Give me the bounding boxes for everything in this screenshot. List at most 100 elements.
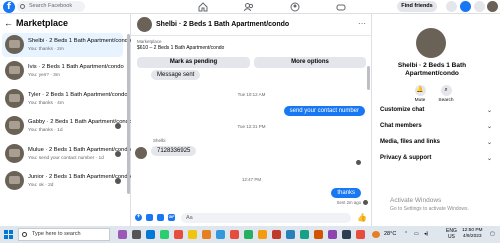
search-icon: ⌕: [440, 85, 452, 96]
sidebar-scrollbar[interactable]: [127, 34, 130, 194]
listing-price[interactable]: $610 – 2 Beds 1 Bath Apartment/condo: [137, 45, 366, 51]
message-bubble-outgoing: send your contact number: [283, 106, 365, 116]
chat-members-section[interactable]: Chat members ⌄: [380, 123, 492, 130]
timestamp: 12:47 PM: [241, 177, 262, 182]
section-label: Media, files and links: [380, 139, 441, 145]
mute-label: Mute: [414, 98, 426, 103]
messenger-icon[interactable]: [460, 1, 471, 12]
windows-start-icon[interactable]: [4, 230, 13, 239]
gaming-icon[interactable]: [336, 2, 346, 12]
mute-button[interactable]: 🔔 Mute: [408, 85, 432, 103]
chrome-icon[interactable]: [216, 230, 225, 239]
sender-name: Shelbi: [153, 138, 166, 143]
groups-icon[interactable]: [290, 2, 300, 12]
media-files-links-section[interactable]: Media, files and links ⌄: [380, 139, 492, 146]
chat-subtitle: You: yes? · 3m: [28, 73, 60, 78]
notification-center-icon[interactable]: ▢: [490, 231, 495, 237]
chat-item-gabby[interactable]: Gabby · 2 Beds 1 Bath Apartment/condo Yo…: [2, 114, 132, 138]
chrome-icon[interactable]: [258, 230, 267, 239]
find-friends-button[interactable]: Find friends: [397, 1, 437, 12]
volume-icon[interactable]: ◂): [424, 231, 428, 237]
temperature[interactable]: 28°C: [384, 231, 396, 237]
chat-subtitle: You: ok · 2d: [28, 183, 54, 188]
message-bubble-outgoing: thanks: [331, 188, 361, 198]
chat-item-junior[interactable]: Junior · 2 Beds 1 Bath Apartment/condo Y…: [2, 169, 131, 193]
chrome-icon[interactable]: [286, 230, 295, 239]
seen-avatar: [115, 123, 121, 129]
chrome-icon[interactable]: [174, 230, 183, 239]
edge-icon[interactable]: [146, 230, 155, 239]
chrome-icon[interactable]: [202, 230, 211, 239]
profile-avatar[interactable]: [487, 1, 498, 12]
info-thumbnail: [416, 28, 446, 58]
chat-item-tyler[interactable]: Tyler · 2 Beds 1 Bath Apartment/condo Yo…: [2, 87, 128, 111]
chrome-icon[interactable]: [342, 230, 351, 239]
chrome-icon[interactable]: [244, 230, 253, 239]
chevron-down-icon: ⌄: [486, 156, 492, 162]
chrome-icon[interactable]: [328, 230, 337, 239]
network-icon[interactable]: ▭: [414, 231, 419, 237]
chrome-icon[interactable]: [356, 230, 365, 239]
chat-item-shelbi[interactable]: Shelbi · 2 Beds 1 Bath Apartment/condo Y…: [2, 33, 131, 57]
conversation-title[interactable]: Shelbi · 2 Beds 1 Bath Apartment/condo: [156, 21, 289, 28]
chrome-icon[interactable]: [188, 230, 197, 239]
more-options-icon[interactable]: ⋯: [358, 19, 366, 28]
thumbs-up-icon[interactable]: 👍: [357, 213, 367, 222]
taskbar-app-icon[interactable]: [118, 230, 127, 239]
region-code: US: [447, 234, 455, 240]
clock-date: 4/9/2023: [462, 234, 482, 239]
chrome-icon[interactable]: [300, 230, 309, 239]
back-arrow-icon[interactable]: ←: [4, 18, 13, 28]
listing-thumbnail: [5, 35, 24, 54]
customize-chat-section[interactable]: Customize chat ⌄: [380, 107, 492, 114]
chrome-icon[interactable]: [314, 230, 323, 239]
chat-title: Tyler · 2 Beds 1 Bath Apartment/condo: [28, 92, 128, 98]
section-label: Customize chat: [380, 107, 425, 113]
message-composer: + GIF Aa 👍: [131, 211, 372, 226]
home-icon[interactable]: [198, 2, 208, 12]
chat-subtitle: You: thanks · 1d: [28, 128, 63, 133]
read-receipt-avatar: [363, 200, 368, 205]
chat-item-ivis[interactable]: Ivis · 2 Beds 1 Bath Apartment/condo You…: [2, 59, 124, 83]
activate-windows-subtitle: Go to Settings to activate Windows.: [390, 206, 469, 212]
weather-icon[interactable]: [372, 231, 380, 238]
facebook-logo-icon[interactable]: f: [3, 1, 15, 13]
search-conversation-button[interactable]: ⌕ Search: [434, 85, 458, 103]
chrome-icon[interactable]: [272, 230, 281, 239]
sender-avatar: [135, 147, 147, 159]
privacy-support-section[interactable]: Privacy & support ⌄: [380, 155, 492, 162]
photo-icon[interactable]: [146, 214, 153, 221]
mark-pending-button[interactable]: Mark as pending: [137, 57, 250, 68]
more-options-button[interactable]: More options: [254, 57, 366, 68]
system-clock[interactable]: 12:50 PM 4/9/2023: [462, 228, 483, 240]
chevron-down-icon: ⌄: [486, 124, 492, 130]
listing-thumbnail: [5, 171, 24, 190]
timestamp: Tue 10:12 AM: [237, 92, 266, 97]
conversation-panel: Shelbi · 2 Beds 1 Bath Apartment/condo ⋯…: [131, 14, 372, 226]
chevron-down-icon: ⌄: [486, 140, 492, 146]
task-view-icon[interactable]: [132, 230, 141, 239]
friends-icon[interactable]: [244, 2, 254, 12]
section-label: Privacy & support: [380, 155, 432, 161]
messages-scrollbar[interactable]: [367, 66, 370, 90]
chevron-down-icon: ⌄: [486, 108, 492, 114]
message-bubble-incoming: Message sent: [151, 70, 201, 80]
message-input[interactable]: Aa: [181, 213, 351, 223]
notifications-icon[interactable]: [474, 1, 485, 12]
menu-grid-icon[interactable]: [446, 1, 457, 12]
seen-avatar: [115, 151, 121, 157]
tray-chevron-icon[interactable]: ⌃: [404, 231, 408, 237]
windows-taskbar: Type here to search 28°C ⌃ ▭ ◂) ENG US 1…: [0, 226, 500, 243]
taskbar-search-input[interactable]: Type here to search: [18, 228, 110, 241]
top-nav: f Search Facebook Find friends: [0, 0, 500, 14]
chrome-icon[interactable]: [160, 230, 169, 239]
section-label: Chat members: [380, 123, 422, 129]
conversation-thumbnail[interactable]: [137, 17, 152, 32]
chat-item-mulue[interactable]: Mulue · 2 Beds 1 Bath Apartment/condo Yo…: [2, 142, 131, 166]
chrome-icon[interactable]: [230, 230, 239, 239]
plus-icon[interactable]: +: [135, 214, 142, 221]
sticker-icon[interactable]: [157, 214, 164, 221]
gif-icon[interactable]: GIF: [168, 214, 175, 221]
language-indicator[interactable]: ENG US: [446, 228, 457, 240]
facebook-search-input[interactable]: Search Facebook: [17, 1, 85, 12]
